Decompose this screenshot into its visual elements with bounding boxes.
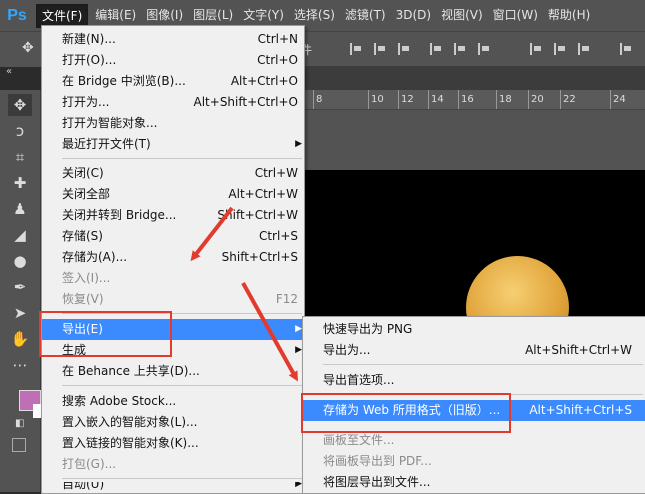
menu-item-browse-bridge[interactable]: 在 Bridge 中浏览(B)... Alt+Ctrl+O	[42, 71, 304, 92]
menu-item-export-as[interactable]: 导出为... Alt+Shift+Ctrl+W	[303, 340, 645, 361]
collapse-panel-icon[interactable]: «	[6, 66, 12, 77]
ruler-label: 10	[368, 90, 384, 109]
align-middle-icon[interactable]	[374, 43, 388, 55]
align-left-icon[interactable]	[430, 43, 444, 55]
ruler-label: 18	[496, 90, 512, 109]
blur-tool-icon[interactable]: ●	[8, 250, 32, 272]
distribute-left-icon[interactable]	[620, 43, 634, 55]
menu-item-new[interactable]: 新建(N)... Ctrl+N	[42, 29, 304, 50]
menu-item-open[interactable]: 打开(O)... Ctrl+O	[42, 50, 304, 71]
healing-brush-icon[interactable]: ✚	[8, 172, 32, 194]
menu-separator	[62, 158, 302, 159]
menu-help[interactable]: 帮助(H)	[543, 0, 595, 31]
photoshop-logo: Ps	[7, 6, 27, 24]
swap-colors-icon[interactable]: ◧	[15, 418, 24, 429]
menu-separator	[62, 385, 302, 386]
distribute-bottom-icon[interactable]	[578, 43, 592, 55]
menu-item-save[interactable]: 存储(S) Ctrl+S	[42, 226, 304, 247]
ruler-label: 14	[428, 90, 444, 109]
submenu-arrow-icon: ▶	[295, 482, 302, 489]
submenu-arrow-icon: ▶	[295, 139, 302, 149]
menu-view[interactable]: 视图(V)	[436, 0, 488, 31]
move-tool-icon[interactable]: ✥	[8, 94, 32, 116]
menu-item-close[interactable]: 关闭(C) Ctrl+W	[42, 163, 304, 184]
crop-tool-icon[interactable]: ⌗	[8, 146, 32, 168]
align-center-icon[interactable]	[454, 43, 468, 55]
menu-file[interactable]: 文件(F)	[36, 3, 89, 28]
menu-item-automate[interactable]: 自动(U) ▶	[42, 482, 304, 493]
menu-item-open-smart-object[interactable]: 打开为智能对象...	[42, 113, 304, 134]
annotation-box-save-for-web	[301, 393, 511, 433]
distribute-top-icon[interactable]	[530, 43, 544, 55]
distribute-middle-icon[interactable]	[554, 43, 568, 55]
ruler-label: 16	[458, 90, 474, 109]
menu-item-open-as[interactable]: 打开为... Alt+Shift+Ctrl+O	[42, 92, 304, 113]
align-bottom-icon[interactable]	[398, 43, 412, 55]
submenu-arrow-icon: ▶	[295, 345, 302, 355]
menu-window[interactable]: 窗口(W)	[488, 0, 543, 31]
menu-item-place-linked[interactable]: 置入链接的智能对象(K)...	[42, 433, 304, 454]
menu-item-place-embedded[interactable]: 置入嵌入的智能对象(L)...	[42, 412, 304, 433]
path-select-icon[interactable]: ➤	[8, 302, 32, 324]
lasso-tool-icon[interactable]: ↄ	[8, 120, 32, 142]
menu-item-artboards-to-pdf[interactable]: 将画板导出到 PDF...	[303, 451, 645, 472]
submenu-arrow-icon: ▶	[295, 324, 302, 334]
more-tools-icon[interactable]: ⋯	[8, 354, 32, 376]
tools-panel: ✥ ↄ ⌗ ✚ ♟ ◢ ● ✒ ➤ ✋ ⋯	[0, 90, 41, 492]
menu-item-package[interactable]: 打包(G)...	[42, 454, 304, 475]
menu-separator	[323, 364, 643, 365]
pen-tool-icon[interactable]: ✒	[8, 276, 32, 298]
eraser-tool-icon[interactable]: ◢	[8, 224, 32, 246]
file-menu-dropdown: 新建(N)... Ctrl+N 打开(O)... Ctrl+O 在 Bridge 中…	[41, 25, 305, 494]
menu-item-quick-export-png[interactable]: 快速导出为 PNG	[303, 319, 645, 340]
menu-item-artboards-to-files[interactable]: 画板至文件...	[303, 430, 645, 451]
quick-mask-icon[interactable]	[12, 438, 26, 452]
menu-item-search-adobe-stock[interactable]: 搜索 Adobe Stock...	[42, 391, 304, 412]
ruler-label: 22	[560, 90, 576, 109]
ruler-label: 12	[398, 90, 414, 109]
menu-item-recent-files[interactable]: 最近打开文件(T) ▶	[42, 134, 304, 155]
menu-3d[interactable]: 3D(D)	[391, 0, 436, 31]
ruler-label: 8	[312, 90, 323, 109]
menu-item-share-behance[interactable]: 在 Behance 上共享(D)...	[42, 361, 304, 382]
menu-item-save-as[interactable]: 存储为(A)... Shift+Ctrl+S	[42, 247, 304, 268]
align-right-icon[interactable]	[478, 43, 492, 55]
menu-item-export-preferences[interactable]: 导出首选项...	[303, 370, 645, 391]
menu-item-revert[interactable]: 恢复(V) F12	[42, 289, 304, 310]
align-top-icon[interactable]	[350, 43, 364, 55]
menu-item-close-all[interactable]: 关闭全部 Alt+Ctrl+W	[42, 184, 304, 205]
ruler-label: 20	[528, 90, 544, 109]
move-icon[interactable]: ✥	[22, 40, 34, 56]
annotation-box-export	[39, 311, 172, 357]
ruler-label: 24	[610, 90, 626, 109]
menu-item-layers-to-files[interactable]: 将图层导出到文件...	[303, 472, 645, 493]
hand-tool-icon[interactable]: ✋	[8, 328, 32, 350]
menu-item-close-go-bridge[interactable]: 关闭并转到 Bridge... Shift+Ctrl+W	[42, 205, 304, 226]
menu-filter[interactable]: 滤镜(T)	[340, 0, 391, 31]
menu-item-check-in[interactable]: 签入(I)...	[42, 268, 304, 289]
stamp-tool-icon[interactable]: ♟	[8, 198, 32, 220]
menu-separator	[62, 478, 302, 479]
